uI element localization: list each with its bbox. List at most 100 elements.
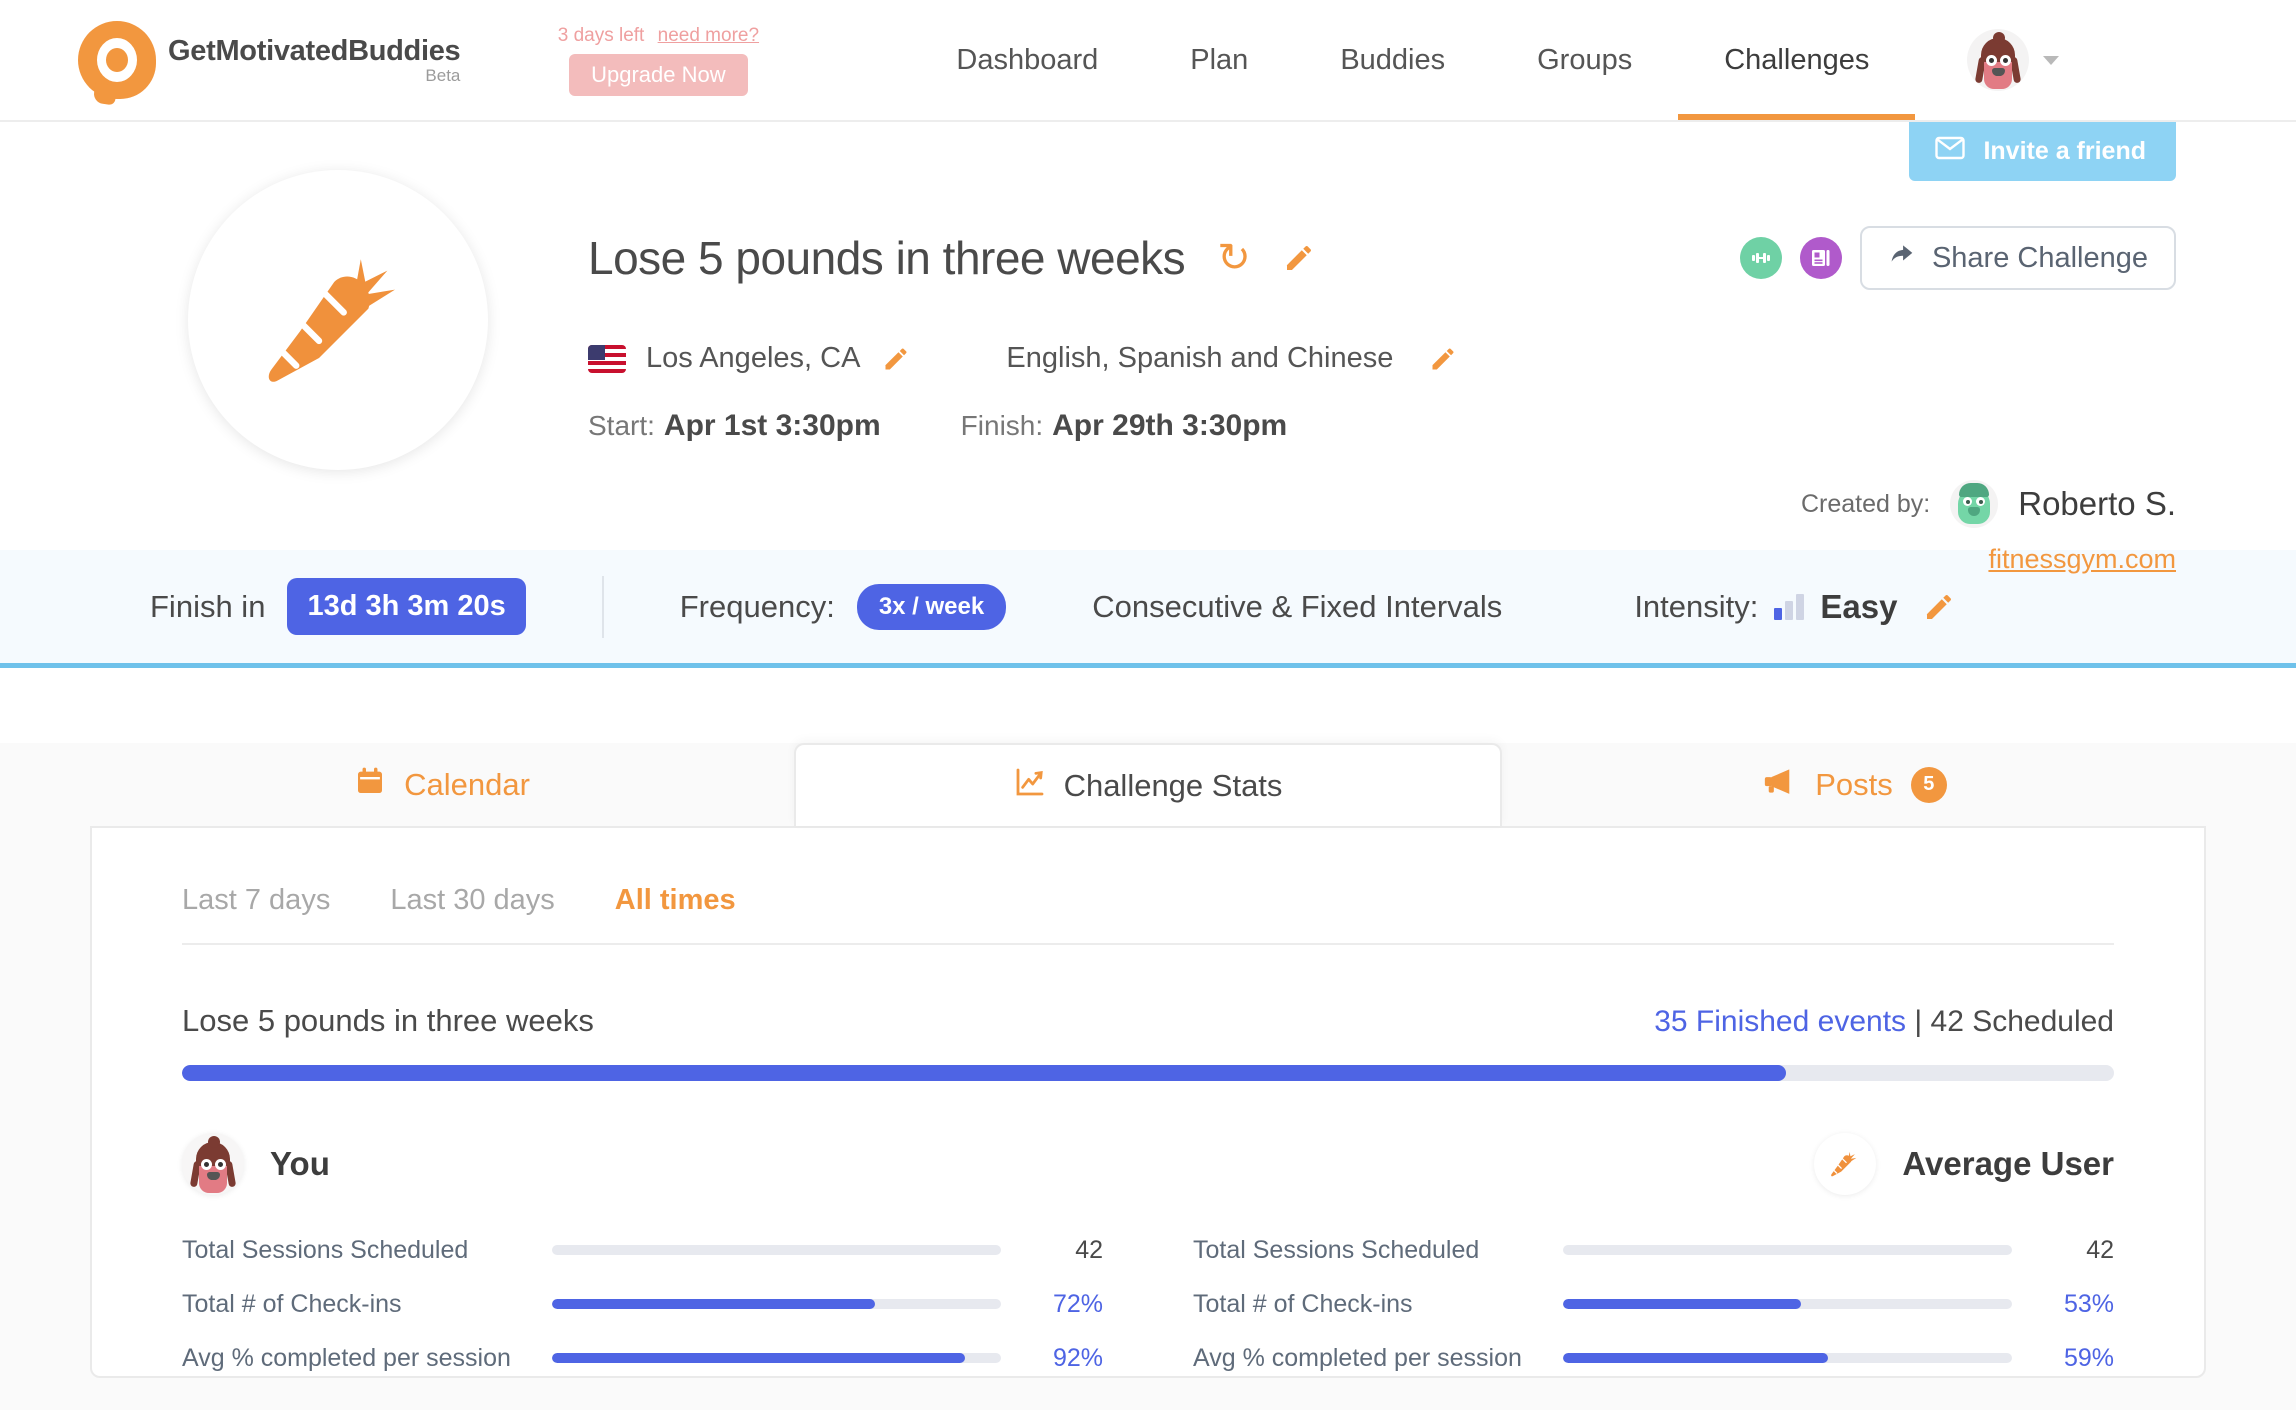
stat-value: 72% xyxy=(1052,1289,1103,1318)
overall-progress-header: Lose 5 pounds in three weeks 35 Finished… xyxy=(182,1003,2114,1039)
finish-date-block: Finish: Apr 29th 3:30pm xyxy=(961,409,1288,443)
share-arrow-icon xyxy=(1888,241,1916,275)
comparison-section: You Total Sessions Scheduled 42 Total # … xyxy=(182,1133,2114,1385)
stat-value: 92% xyxy=(1052,1343,1103,1372)
average-user-label: Average User xyxy=(1902,1145,2114,1182)
nav-item-groups[interactable]: Groups xyxy=(1491,0,1678,120)
carrot-icon xyxy=(268,259,395,382)
stat-row: Avg % completed per session 92% xyxy=(182,1331,1103,1385)
creator-avatar[interactable] xyxy=(1950,480,1999,528)
finished-events-link[interactable]: 35 Finished events xyxy=(1654,1005,1906,1038)
content-area: Calendar Challenge Stats Posts 5 Last 7 … xyxy=(0,743,2296,1410)
stat-bar xyxy=(552,1245,1001,1255)
tab-posts[interactable]: Posts 5 xyxy=(1502,743,2206,826)
stat-row: Total # of Check-ins 72% xyxy=(182,1277,1103,1331)
countdown-timer: 13d 3h 3m 20s xyxy=(287,578,526,635)
stat-label: Avg % completed per session xyxy=(182,1343,511,1372)
nav-item-challenges[interactable]: Challenges xyxy=(1678,0,1915,120)
stat-value: 42 xyxy=(2086,1235,2114,1264)
invite-a-friend-button[interactable]: Invite a friend xyxy=(1909,122,2176,181)
challenge-dates-row: Start: Apr 1st 3:30pm Finish: Apr 29th 3:3… xyxy=(588,409,2296,443)
table-row: Total # of Check-ins 53% xyxy=(1193,1277,2114,1331)
languages-value: English, Spanish and Chinese xyxy=(1006,342,1394,374)
edit-title-pencil-icon[interactable] xyxy=(1283,242,1315,274)
stat-bar xyxy=(1563,1245,2012,1255)
table-row: Avg % completed per session 59% xyxy=(1193,1331,2114,1385)
stat-bar xyxy=(552,1353,1001,1363)
brand-logo-link[interactable]: GetMotivatedBuddies Beta xyxy=(78,21,461,106)
upgrade-now-button[interactable]: Upgrade Now xyxy=(569,53,748,96)
challenge-header: Lose 5 pounds in three weeks ↻ Share Cha… xyxy=(0,122,2296,574)
location-meta: Los Angeles, CA xyxy=(588,342,910,375)
brand-text: GetMotivatedBuddies Beta xyxy=(168,35,461,86)
top-navigation-bar: GetMotivatedBuddies Beta 3 days left nee… xyxy=(0,0,2296,122)
you-stat-rows: Total Sessions Scheduled 42 Total # of C… xyxy=(182,1223,1103,1385)
nav-item-plan[interactable]: Plan xyxy=(1144,0,1294,120)
intensity-group: Intensity: Easy xyxy=(1634,588,1955,626)
average-user-stat-rows: Total Sessions Scheduled 42 Total # of C… xyxy=(1193,1223,2114,1385)
chart-line-icon xyxy=(1014,766,1046,806)
main-navigation: Dashboard Plan Buddies Groups Challenges xyxy=(910,0,1915,120)
share-challenge-button[interactable]: Share Challenge xyxy=(1859,226,2176,290)
stat-row: Total Sessions Scheduled 42 xyxy=(182,1223,1103,1277)
stat-value: 42 xyxy=(1075,1235,1103,1264)
time-range-filters: Last 7 days Last 30 days All times xyxy=(182,884,2114,945)
stat-label: Total # of Check-ins xyxy=(1193,1289,1413,1318)
you-header: You xyxy=(182,1133,1103,1195)
start-label: Start: xyxy=(588,410,655,441)
finish-in-label: Finish in xyxy=(150,588,266,624)
overall-progress-bar xyxy=(182,1065,2114,1081)
scheduled-count: | 42 Scheduled xyxy=(1914,1005,2114,1038)
nav-item-buddies[interactable]: Buddies xyxy=(1294,0,1491,120)
edit-location-pencil-icon[interactable] xyxy=(882,345,910,373)
upgrade-block: 3 days left need more? Upgrade Now xyxy=(538,25,778,96)
refresh-icon[interactable]: ↻ xyxy=(1217,238,1251,278)
intensity-value: Easy xyxy=(1820,587,1898,625)
challenge-avatar xyxy=(188,170,488,470)
progress-counts: 35 Finished events | 42 Scheduled xyxy=(1654,1005,2114,1039)
challenge-title-row: Lose 5 pounds in three weeks ↻ Share Cha… xyxy=(588,226,2296,290)
content-tabs: Calendar Challenge Stats Posts 5 xyxy=(0,743,2296,826)
frequency-label: Frequency: xyxy=(679,588,835,624)
brand-beta-label: Beta xyxy=(425,65,461,85)
start-value: Apr 1st 3:30pm xyxy=(663,409,881,442)
fitness-badge-icon[interactable] xyxy=(1739,237,1782,279)
carrot-icon xyxy=(1814,1133,1877,1195)
stat-bar xyxy=(1563,1353,2012,1363)
created-by-block: Created by: Roberto S. fitnessgym.com xyxy=(1801,480,2176,575)
need-more-link[interactable]: need more? xyxy=(658,25,759,46)
tab-calendar-label: Calendar xyxy=(404,766,530,802)
account-menu[interactable] xyxy=(1967,29,2060,91)
gmb-logo-icon xyxy=(78,21,156,106)
stats-column-you: You Total Sessions Scheduled 42 Total # … xyxy=(182,1133,1103,1385)
tab-calendar[interactable]: Calendar xyxy=(90,743,794,826)
chevron-down-icon[interactable] xyxy=(2043,55,2060,65)
created-by-label: Created by: xyxy=(1801,489,1931,518)
challenge-stats-panel: Last 7 days Last 30 days All times Lose … xyxy=(90,826,2206,1378)
nav-item-dashboard[interactable]: Dashboard xyxy=(910,0,1144,120)
edit-intensity-pencil-icon[interactable] xyxy=(1923,591,1955,623)
challenge-meta-row: Los Angeles, CA English, Spanish and Chi… xyxy=(588,342,2296,375)
tab-challenge-stats[interactable]: Challenge Stats xyxy=(794,743,1502,826)
creator-website-link[interactable]: fitnessgym.com xyxy=(1801,544,2176,575)
stat-label: Avg % completed per session xyxy=(1193,1343,1522,1372)
edit-languages-pencil-icon[interactable] xyxy=(1429,345,1457,373)
average-user-header: Average User xyxy=(1193,1133,2114,1195)
finish-label: Finish: xyxy=(960,410,1044,441)
filter-last-30-days[interactable]: Last 30 days xyxy=(390,884,554,917)
avatar[interactable] xyxy=(1967,29,2030,91)
progress-challenge-title: Lose 5 pounds in three weeks xyxy=(182,1003,594,1038)
filter-all-times[interactable]: All times xyxy=(615,884,736,917)
intervals-text: Consecutive & Fixed Intervals xyxy=(1092,588,1503,624)
days-left-label: 3 days left xyxy=(557,24,645,46)
start-date-block: Start: Apr 1st 3:30pm xyxy=(588,409,881,443)
education-badge-icon[interactable] xyxy=(1799,237,1842,279)
share-label: Share Challenge xyxy=(1931,241,2148,274)
stat-value: 59% xyxy=(2063,1343,2114,1372)
frequency-value-badge: 3x / week xyxy=(856,583,1007,630)
stat-label: Total Sessions Scheduled xyxy=(182,1235,469,1264)
filter-last-7-days[interactable]: Last 7 days xyxy=(182,884,330,917)
creator-name[interactable]: Roberto S. xyxy=(2018,485,2176,523)
stat-value: 53% xyxy=(2063,1289,2114,1318)
us-flag-icon xyxy=(588,344,626,373)
